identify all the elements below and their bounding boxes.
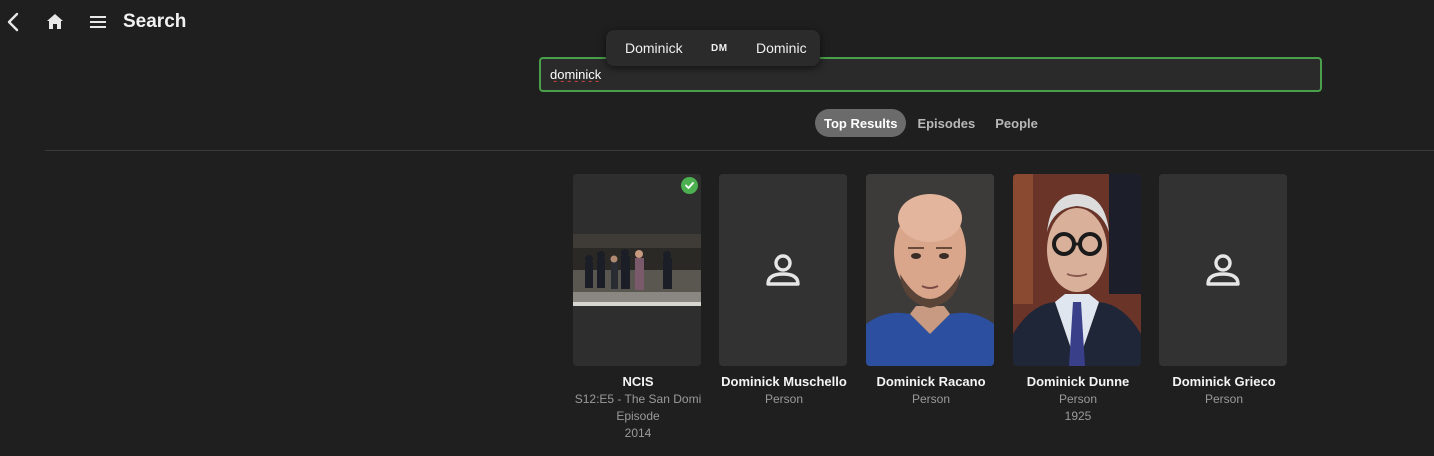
person-portrait-image xyxy=(866,174,994,366)
result-tabs: Top Results Episodes People xyxy=(815,109,1049,137)
home-icon xyxy=(47,14,63,29)
result-type: Person xyxy=(764,392,804,406)
ime-candidate[interactable]: DM xyxy=(711,43,728,54)
ime-candidate[interactable]: Dominick xyxy=(625,40,683,56)
person-photo xyxy=(1013,174,1141,366)
menu-button[interactable] xyxy=(86,10,110,34)
result-card-dominick-racano[interactable]: Dominick Racano Person xyxy=(866,174,996,406)
result-title: Dominick Muschello xyxy=(721,374,847,389)
result-year: 1925 xyxy=(1064,409,1092,423)
tab-people[interactable]: People xyxy=(986,109,1047,137)
person-thumbnail xyxy=(719,174,847,366)
result-type: Episode xyxy=(616,409,660,423)
chevron-left-icon xyxy=(7,12,19,32)
back-button[interactable] xyxy=(2,9,24,35)
home-button[interactable] xyxy=(43,10,67,34)
watched-badge xyxy=(681,177,698,194)
person-placeholder-icon xyxy=(1206,254,1240,286)
result-subtitle: S12:E5 - The San Domi xyxy=(574,392,702,406)
ime-candidate[interactable]: Dominic xyxy=(756,40,807,56)
divider xyxy=(45,150,1434,151)
person-thumbnail xyxy=(1159,174,1287,366)
person-photo xyxy=(866,174,994,366)
tab-episodes[interactable]: Episodes xyxy=(908,109,984,137)
result-card-dominick-grieco[interactable]: Dominick Grieco Person xyxy=(1159,174,1289,406)
result-card-dominick-dunne[interactable]: Dominick Dunne Person 1925 xyxy=(1013,174,1143,423)
result-card-dominick-muschello[interactable]: Dominick Muschello Person xyxy=(719,174,849,406)
result-title: Dominick Grieco xyxy=(1172,374,1276,389)
result-type: Person xyxy=(911,392,951,406)
hamburger-menu-icon xyxy=(90,16,106,28)
person-placeholder-icon xyxy=(766,254,800,286)
result-type: Person xyxy=(1058,392,1098,406)
tab-top-results[interactable]: Top Results xyxy=(815,109,907,137)
check-icon xyxy=(685,182,694,189)
search-input[interactable] xyxy=(550,67,1290,82)
result-year: 2014 xyxy=(624,426,652,440)
person-portrait-image xyxy=(1013,174,1141,366)
result-title: Dominick Racano xyxy=(876,374,986,389)
episode-thumbnail xyxy=(573,174,701,366)
result-title: NCIS xyxy=(622,374,654,389)
page-title: Search xyxy=(123,11,187,32)
ime-candidate-popup: Dominick DM Dominic xyxy=(606,30,820,66)
result-type: Person xyxy=(1204,392,1244,406)
result-title: Dominick Dunne xyxy=(1026,374,1130,389)
result-card-ncis[interactable]: NCIS S12:E5 - The San Domi Episode 2014 xyxy=(573,174,703,440)
episode-still-image xyxy=(573,174,701,366)
